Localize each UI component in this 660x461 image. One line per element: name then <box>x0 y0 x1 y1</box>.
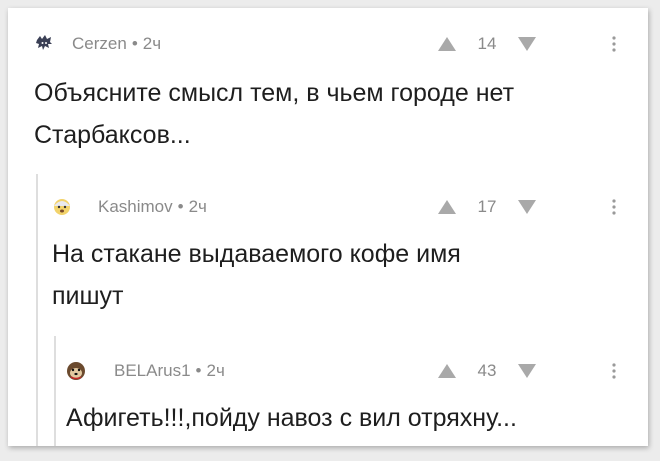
comment-meta: Kashimov • 2ч <box>52 194 207 220</box>
meta-separator: • <box>131 34 138 53</box>
comment-meta: BELArus1 • 2ч <box>66 358 225 384</box>
author-name[interactable]: Cerzen <box>72 34 127 54</box>
upvote-arrow-icon[interactable] <box>437 199 457 215</box>
thread-line-level-2 <box>54 336 56 446</box>
dog-avatar-icon[interactable] <box>66 361 86 381</box>
comment-line: Объясните смысл тем, в чьем городе нет <box>34 79 515 107</box>
comment-kashimov: Kashimov • 2ч 17 На стакане выдаваемого … <box>52 194 624 314</box>
comment-time: 2ч <box>206 361 225 380</box>
thread-line-level-1 <box>36 174 38 446</box>
comment-line: На стакане выдаваемого кофе имя <box>52 240 461 268</box>
comment-line: Старбаксов... <box>34 121 191 149</box>
comment-time: 2ч <box>188 197 207 216</box>
comment-time: 2ч <box>142 34 162 53</box>
upvote-arrow-icon[interactable] <box>437 36 457 52</box>
author-name[interactable]: BELArus1 <box>114 361 191 381</box>
comment-cerzen: Cerzen • 2ч 14 Объясните смысл тем, в чь… <box>34 31 624 151</box>
more-options-icon[interactable] <box>607 194 621 220</box>
downvote-arrow-icon[interactable] <box>517 363 537 379</box>
comment-line: пишут <box>52 282 124 310</box>
meta-separator: • <box>177 197 184 216</box>
vote-controls: 14 <box>437 31 537 57</box>
upvote-arrow-icon[interactable] <box>437 363 457 379</box>
vote-score: 14 <box>477 34 497 53</box>
downvote-arrow-icon[interactable] <box>517 36 537 52</box>
comment-body: Объясните смысл тем, в чьем городе нет С… <box>34 73 514 155</box>
downvote-arrow-icon[interactable] <box>517 199 537 215</box>
vote-score: 17 <box>477 197 497 216</box>
scared-emoji-avatar-icon[interactable] <box>52 197 72 217</box>
more-options-icon[interactable] <box>607 358 621 384</box>
anime-character-avatar-icon[interactable] <box>34 34 54 54</box>
vote-controls: 43 <box>437 358 537 384</box>
meta-separator: • <box>195 361 202 380</box>
vote-controls: 17 <box>437 194 537 220</box>
comment-line: Афигеть!!!,пойду навоз с вил отряхну... <box>66 404 517 432</box>
comment-belarus1: BELArus1 • 2ч 43 Афигеть!!!,пойду навоз … <box>66 358 624 438</box>
comment-body: Афигеть!!!,пойду навоз с вил отряхну... <box>66 398 517 438</box>
comment-meta: Cerzen • 2ч <box>34 31 161 57</box>
comment-body: На стакане выдаваемого кофе имя пишут <box>52 234 461 316</box>
vote-score: 43 <box>477 361 497 380</box>
comment-thread-card: Cerzen • 2ч 14 Объясните смысл тем, в чь… <box>8 8 648 446</box>
more-options-icon[interactable] <box>607 31 621 57</box>
author-name[interactable]: Kashimov <box>98 197 173 217</box>
